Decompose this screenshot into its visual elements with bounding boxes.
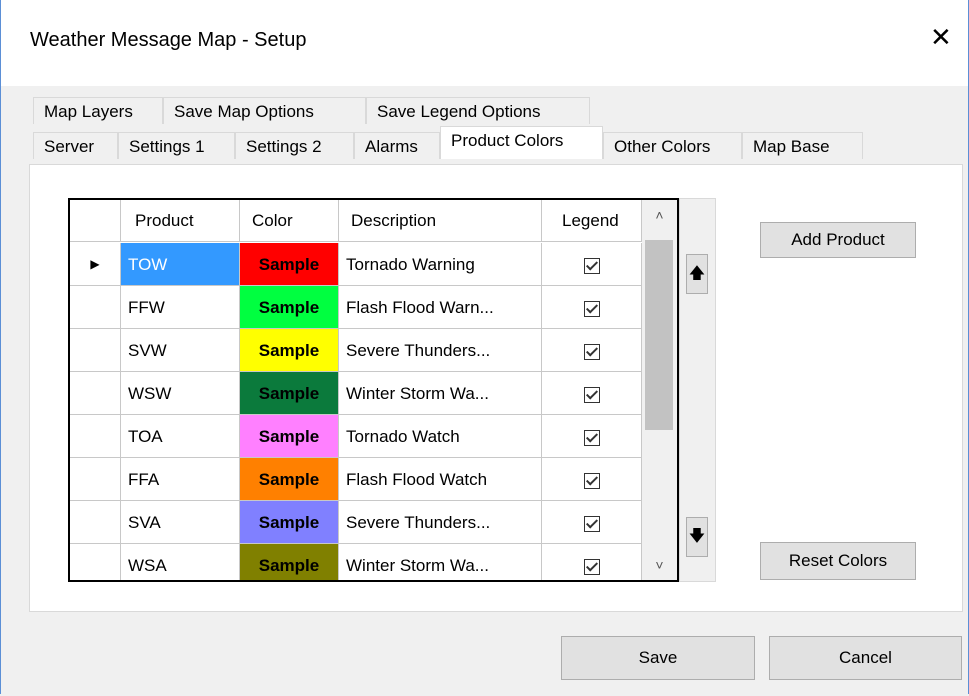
table-row[interactable]: TOA Sample Tornado Watch [70,415,642,459]
tab-map-layers[interactable]: Map Layers [33,97,163,124]
legend-checkbox[interactable] [583,558,600,575]
tab-save-legend-options[interactable]: Save Legend Options [366,97,590,124]
legend-cell[interactable] [542,415,642,458]
column-header-description[interactable]: Description [339,200,542,242]
tab-save-map-options[interactable]: Save Map Options [163,97,366,124]
row-selector[interactable] [70,544,121,580]
legend-cell[interactable] [542,544,642,580]
grid-header-row: Product Color Description Legend [70,200,642,244]
color-sample-cell[interactable]: Sample [240,372,339,415]
legend-checkbox[interactable] [583,257,600,274]
description-cell[interactable]: Winter Storm Wa... [339,544,542,580]
product-cell[interactable]: TOW [121,243,240,286]
table-row[interactable]: SVA Sample Severe Thunders... [70,501,642,545]
title-bar: Weather Message Map - Setup ✕ [0,0,969,86]
column-header-color[interactable]: Color [240,200,339,242]
cancel-button[interactable]: Cancel [769,636,962,680]
row-selector[interactable] [70,501,121,544]
row-selector[interactable] [70,372,121,415]
color-sample-cell[interactable]: Sample [240,415,339,458]
table-row[interactable]: FFA Sample Flash Flood Watch [70,458,642,502]
legend-cell[interactable] [542,286,642,329]
description-cell[interactable]: Tornado Watch [339,415,542,458]
table-row[interactable]: WSW Sample Winter Storm Wa... [70,372,642,416]
add-product-button[interactable]: Add Product [760,222,916,258]
legend-checkbox[interactable] [583,472,600,489]
window-title: Weather Message Map - Setup [30,29,307,51]
description-cell[interactable]: Flash Flood Watch [339,458,542,501]
color-sample-cell[interactable]: Sample [240,458,339,501]
legend-cell[interactable] [542,243,642,286]
color-sample-cell[interactable]: Sample [240,501,339,544]
color-sample-cell[interactable]: Sample [240,243,339,286]
product-cell[interactable]: TOA [121,415,240,458]
product-cell[interactable]: FFW [121,286,240,329]
row-selector[interactable] [70,415,121,458]
column-header-legend[interactable]: Legend [542,200,642,242]
tab-server[interactable]: Server [33,132,118,159]
product-cell[interactable]: SVW [121,329,240,372]
reset-colors-button[interactable]: Reset Colors [760,542,916,580]
row-selector[interactable]: ▶ [70,243,121,286]
color-sample-cell[interactable]: Sample [240,286,339,329]
product-cell[interactable]: WSW [121,372,240,415]
tab-settings-1[interactable]: Settings 1 [118,132,235,159]
row-selector[interactable] [70,458,121,501]
save-button[interactable]: Save [561,636,755,680]
legend-cell[interactable] [542,501,642,544]
table-row[interactable]: SVW Sample Severe Thunders... [70,329,642,373]
description-cell[interactable]: Severe Thunders... [339,329,542,372]
close-icon[interactable]: ✕ [930,24,952,50]
row-selector[interactable] [70,286,121,329]
arrow-down-icon: 🡇 [688,528,706,545]
legend-cell[interactable] [542,372,642,415]
tab-other-colors[interactable]: Other Colors [603,132,742,159]
description-cell[interactable]: Tornado Warning [339,243,542,286]
legend-checkbox[interactable] [583,343,600,360]
tab-settings-2[interactable]: Settings 2 [235,132,354,159]
legend-checkbox[interactable] [583,300,600,317]
scroll-down-icon[interactable]: ˅ [642,550,677,580]
legend-checkbox[interactable] [583,429,600,446]
legend-cell[interactable] [542,329,642,372]
row-selector[interactable] [70,329,121,372]
product-cell[interactable]: WSA [121,544,240,580]
product-grid[interactable]: Product Color Description Legend ▶ TOW Sam… [68,198,679,582]
grid-vertical-scrollbar[interactable]: ˄ ˅ [642,200,677,580]
table-row[interactable]: ▶ TOW Sample Tornado Warning [70,243,642,287]
move-up-button[interactable]: 🡅 [686,254,708,294]
legend-checkbox[interactable] [583,386,600,403]
description-cell[interactable]: Winter Storm Wa... [339,372,542,415]
row-pointer-icon: ▶ [90,257,100,271]
legend-checkbox[interactable] [583,515,600,532]
table-row[interactable]: FFW Sample Flash Flood Warn... [70,286,642,330]
column-header-product[interactable]: Product [121,200,240,242]
description-cell[interactable]: Severe Thunders... [339,501,542,544]
move-down-button[interactable]: 🡇 [686,517,708,557]
tab-map-base[interactable]: Map Base [742,132,863,159]
color-sample-cell[interactable]: Sample [240,544,339,580]
legend-cell[interactable] [542,458,642,501]
table-row[interactable]: WSA Sample Winter Storm Wa... [70,544,642,580]
scrollbar-thumb[interactable] [645,240,673,430]
scroll-up-icon[interactable]: ˄ [642,200,677,230]
description-cell[interactable]: Flash Flood Warn... [339,286,542,329]
product-cell[interactable]: SVA [121,501,240,544]
tab-product-colors[interactable]: Product Colors [440,126,603,159]
tab-alarms[interactable]: Alarms [354,132,440,159]
arrow-up-icon: 🡅 [688,265,706,282]
color-sample-cell[interactable]: Sample [240,329,339,372]
row-header-corner [70,200,121,242]
product-cell[interactable]: FFA [121,458,240,501]
